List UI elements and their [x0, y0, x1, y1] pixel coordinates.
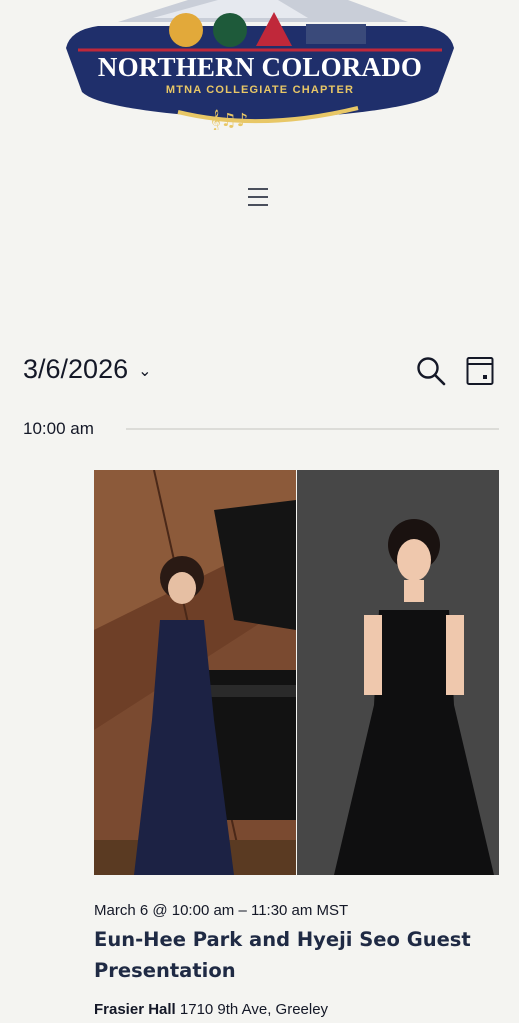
menu-bar — [248, 204, 268, 206]
logo-title: NORTHERN COLORADO — [97, 52, 423, 82]
venue-name[interactable]: Frasier Hall — [94, 1001, 176, 1018]
music-notes-icon: 𝄞♫♪ — [210, 110, 248, 130]
search-icon[interactable] — [416, 356, 446, 386]
menu-bar — [248, 196, 268, 198]
time-separator-label: 10:00 am — [23, 419, 94, 438]
logo-subtitle: MTNA COLLEGIATE CHAPTER — [165, 84, 355, 96]
ram-mascot-icon — [213, 13, 247, 47]
event-featured-image[interactable] — [94, 470, 499, 875]
event-title-link[interactable]: Eun-Hee Park and Hyeji Seo Guest Present… — [94, 924, 474, 986]
date-value: 3/6/2026 — [23, 354, 129, 384]
event-datetime: March 6 @ 10:00 am – 11:30 am MST — [94, 902, 349, 919]
chevron-down-icon: ⌄ — [138, 362, 152, 380]
time-separator-rule — [126, 428, 499, 430]
building-icon — [306, 24, 366, 44]
bear-mascot-icon — [169, 13, 203, 47]
hamburger-menu-icon[interactable] — [248, 184, 274, 210]
venue-address: 1710 9th Ave, Greeley — [175, 1001, 329, 1018]
calendar-view-icon[interactable] — [466, 356, 494, 386]
menu-bar — [248, 188, 268, 190]
site-logo[interactable]: 𝄞♫♪ NORTHERN COLORADO MTNA COLLEGIATE CH… — [58, 0, 462, 130]
event-venue: Frasier Hall 1710 9th Ave, Greeley — [94, 1001, 328, 1018]
date-picker[interactable]: 3/6/2026 ⌄ — [23, 354, 152, 385]
